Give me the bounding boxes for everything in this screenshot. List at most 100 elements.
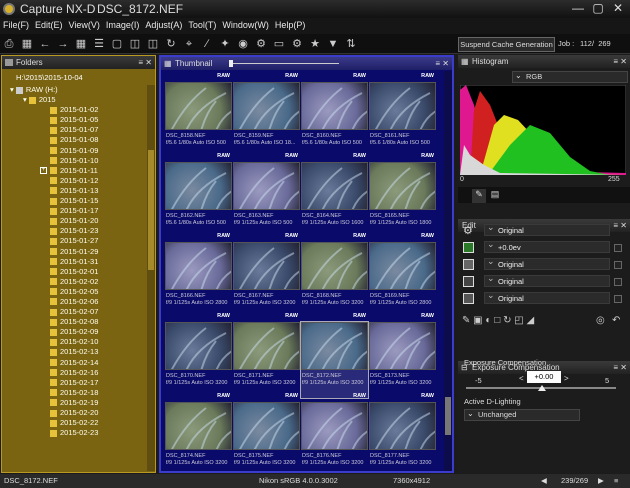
folder-item[interactable]: 2015-01-13 [10,186,146,196]
panel-menu-icon[interactable]: ≡ [138,56,143,69]
menu-tool[interactable]: Tool(T) [185,18,219,32]
folder-item[interactable]: 2015-01-27 [10,236,146,246]
expand-icon[interactable]: + [40,166,47,174]
picture-select[interactable]: Original [484,273,610,287]
folder-item[interactable]: 2015-02-18 [10,388,146,398]
folder-item[interactable]: 2015-02-01 [10,267,146,277]
folder-item[interactable]: 2015-02-13 [10,347,146,357]
exposure-select[interactable]: +0.0ev [484,239,610,253]
menu-file[interactable]: File(F) [0,18,32,32]
thumbnail-item[interactable]: RAW DSC_8167.NEF f/9 1/125s Auto ISO 3200 [233,233,300,318]
folders-scroll-thumb[interactable] [148,150,154,270]
exposure-inc-icon[interactable]: > [564,374,569,383]
picture-control-select[interactable]: Original [484,222,610,236]
thumbnail-item[interactable]: RAW DSC_8176.NEF f/9 1/125s Auto ISO 3200 [301,393,368,471]
minimize-button[interactable]: — [570,1,586,15]
folders-scrollbar[interactable] [147,85,155,471]
folder-item[interactable]: 2015-01-02 [10,105,146,115]
folder-item[interactable]: 2015-02-05 [10,287,146,297]
folder-item[interactable]: 2015-02-09 [10,327,146,337]
folder-item[interactable]: 2015-01-31 [10,257,146,267]
folder-item[interactable]: 2015-01-09 [10,146,146,156]
save-icon[interactable]: ▦ [20,37,34,51]
folder-item[interactable]: +2015-01-11 [10,166,146,176]
process-icon[interactable]: ⚙ [254,37,268,51]
straighten-icon[interactable]: ∕ [200,37,214,51]
exposure-checkbox[interactable] [614,244,622,252]
undo-icon[interactable]: ↶ [612,315,620,326]
rotate-icon[interactable]: ↻ [164,37,178,51]
folder-item[interactable]: 2015-02-07 [10,307,146,317]
folder-item[interactable]: 2015-02-20 [10,408,146,418]
thumbnail-item[interactable]: RAW DSC_8159.NEF f/5.6 1/80s Auto ISO 18..… [233,73,300,158]
thumb-size-handle[interactable] [229,60,233,67]
folder-item[interactable]: 2015-02-02 [10,277,146,287]
folder-item[interactable]: 2015-01-08 [10,135,146,145]
panel-close-icon[interactable]: ✕ [620,361,627,374]
forward-arrow-icon[interactable]: → [56,37,70,51]
thumbs-scroll-thumb[interactable] [445,397,451,435]
reset-icon[interactable]: ◎ [596,315,605,326]
panel-menu-icon[interactable]: ≡ [435,57,440,70]
prev-image-icon[interactable]: ◀ [541,474,547,488]
tool-levels-icon[interactable]: ◢ [526,315,534,326]
thumbnail-item[interactable]: RAW DSC_8165.NEF f/9 1/125s Auto ISO 1800 [369,153,436,238]
back-arrow-icon[interactable]: ← [38,37,52,51]
thumbnail-item[interactable]: RAW DSC_8160.NEF f/5.6 1/80s Auto ISO 500 [301,73,368,158]
tool-curve-icon[interactable]: ◰ [514,315,523,326]
menu-image[interactable]: Image(I) [103,18,143,32]
folder-item[interactable]: 2015-02-23 [10,428,146,438]
list-view-icon[interactable]: ☰ [92,37,106,51]
thumbnail-item[interactable]: RAW DSC_8163.NEF f/9 1/125s Auto ISO 500 [233,153,300,238]
folder-item[interactable]: 2015-02-06 [10,297,146,307]
crop-icon[interactable]: ⌖ [182,37,196,51]
folder-item[interactable]: 2015-02-22 [10,418,146,428]
adl-select[interactable]: ⌄ Unchanged [464,409,580,421]
monitor-icon[interactable]: ▭ [272,37,286,51]
menu-view[interactable]: View(V) [66,18,103,32]
tool-contrast-icon[interactable]: ◐ [485,315,491,326]
menu-adjust[interactable]: Adjust(A) [142,18,185,32]
folder-item[interactable]: 2015-02-08 [10,317,146,327]
thumbnail-item[interactable]: RAW DSC_8161.NEF f/5.6 1/80s Auto ISO 500 [369,73,436,158]
white-balance-select[interactable]: Original [484,256,610,270]
settings-icon[interactable]: ⚙ [290,37,304,51]
folder-item[interactable]: 2015-01-12 [10,176,146,186]
folder-item[interactable]: 2015-01-17 [10,206,146,216]
folder-item[interactable]: 2015-01-23 [10,226,146,236]
folder-item[interactable]: 2015-01-15 [10,196,146,206]
channel-select[interactable]: ⌄ RGB [512,71,628,83]
panel-menu-icon[interactable]: ≡ [613,55,618,68]
folder-item[interactable]: 2015-01-29 [10,247,146,257]
panel-close-icon[interactable]: ✕ [442,57,449,70]
close-button[interactable]: ✕ [610,1,626,15]
thumbs-scrollbar[interactable] [444,71,452,471]
folder-item[interactable]: 2015-01-10 [10,156,146,166]
year-node[interactable]: ▾ 2015 [10,95,146,105]
thumbnail-item[interactable]: RAW DSC_8168.NEF f/9 1/125s Auto ISO 3200 [301,233,368,318]
filter-icon[interactable]: ▼ [326,37,340,51]
folder-item[interactable]: 2015-01-07 [10,125,146,135]
white-balance-checkbox[interactable] [614,261,622,269]
folder-item[interactable]: 2015-01-20 [10,216,146,226]
thumbnail-item[interactable]: RAW DSC_8166.NEF f/9 1/125s Auto ISO 2800 [165,233,232,318]
tool-crop-icon[interactable]: □ [494,315,500,326]
exposure-value-input[interactable]: +0.00 [527,371,561,383]
exposure-slider-handle[interactable] [538,385,546,391]
print-icon[interactable]: ⎙ [2,37,16,51]
maximize-button[interactable]: ▢ [590,1,606,15]
menu-icon[interactable]: ≡ [614,474,618,488]
thumbnail-item[interactable]: RAW DSC_8164.NEF f/9 1/125s Auto ISO 1600 [301,153,368,238]
tool-brush-icon[interactable]: ✎ [462,315,470,326]
folder-item[interactable]: 2015-02-19 [10,398,146,408]
panel-menu-icon[interactable]: ≡ [613,361,618,374]
folder-item[interactable]: 2015-02-10 [10,337,146,347]
thumbnail-item[interactable]: RAW DSC_8175.NEF f/9 1/125s Auto ISO 3200 [233,393,300,471]
tool-rotate-icon[interactable]: ↻ [503,315,511,326]
panel-close-icon[interactable]: ✕ [620,55,627,68]
folder-item[interactable]: 2015-01-05 [10,115,146,125]
thumbnail-item[interactable]: RAW DSC_8170.NEF f/9 1/125s Auto ISO 3200 [165,313,232,398]
suspend-cache-button[interactable]: Suspend Cache Generation [458,37,555,52]
panel-close-icon[interactable]: ✕ [145,56,152,69]
thumbnail-item[interactable]: RAW DSC_8162.NEF f/5.6 1/80s Auto ISO 500 [165,153,232,238]
